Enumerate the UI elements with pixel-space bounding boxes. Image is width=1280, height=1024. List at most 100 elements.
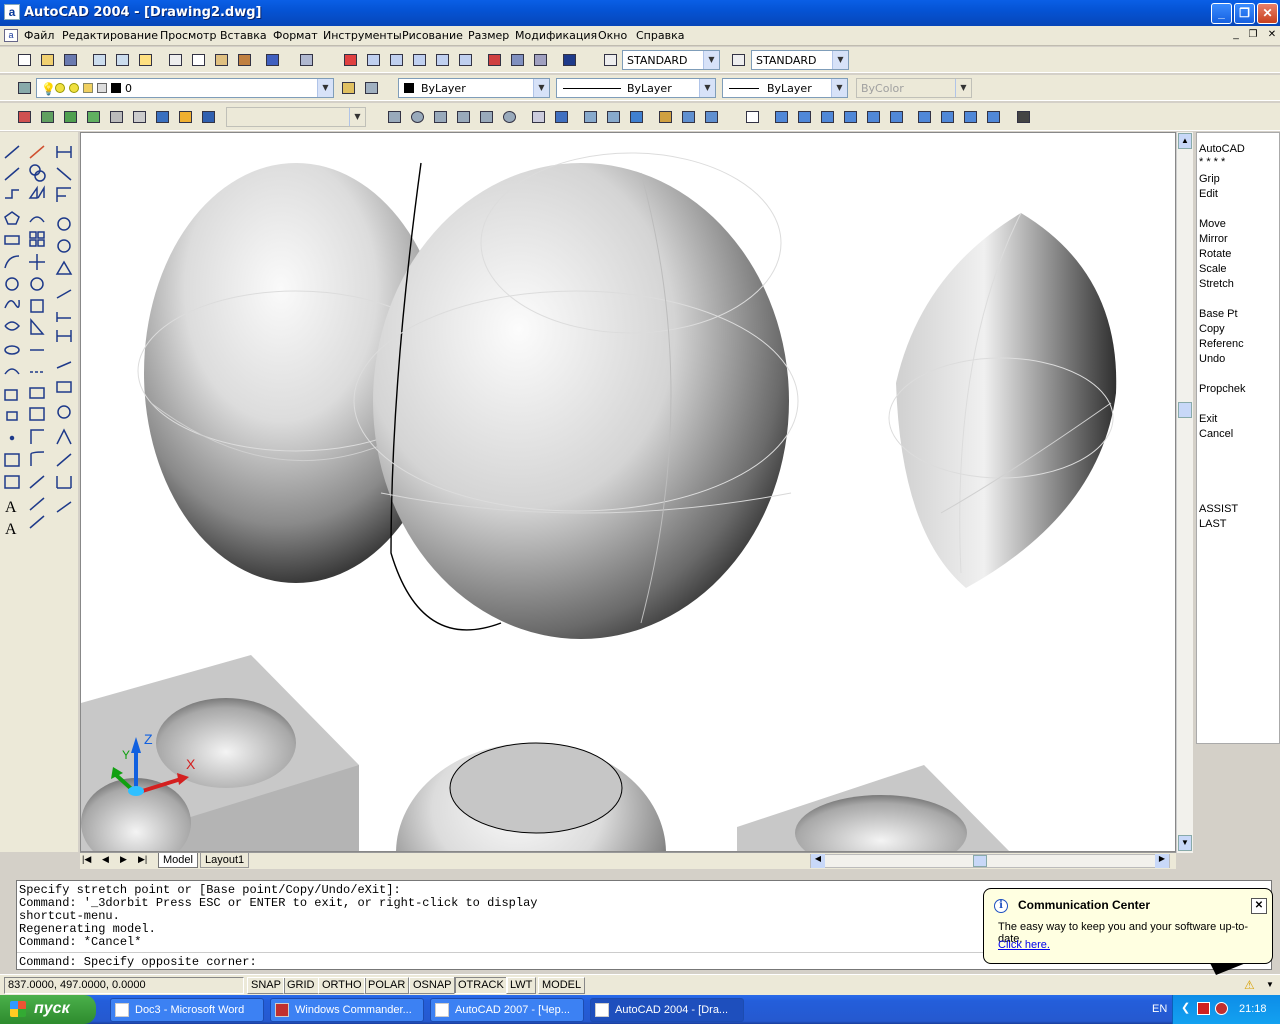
scroll-thumb[interactable] (1178, 402, 1192, 418)
right-view-icon[interactable] (840, 107, 860, 127)
bottom-view-icon[interactable] (794, 107, 814, 127)
back-view-icon[interactable] (886, 107, 906, 127)
layer-manager-icon[interactable] (14, 78, 34, 98)
next-tab-icon[interactable]: ▶ (120, 854, 127, 865)
ucs-3point-icon[interactable] (198, 107, 218, 127)
screen-menu-item[interactable]: Grip (1199, 173, 1220, 185)
screen-menu-item[interactable]: ASSIST (1199, 503, 1238, 515)
sphere-icon[interactable] (407, 107, 427, 127)
lwt-toggle[interactable]: LWT (506, 977, 537, 994)
make-object-layer-current-icon[interactable] (338, 78, 358, 98)
screen-menu-item[interactable]: Base Pt (1199, 308, 1238, 320)
menu-help[interactable]: Справка (636, 29, 684, 42)
screen-menu-item[interactable]: Exit (1199, 413, 1217, 425)
screen-menu-item[interactable]: Copy (1199, 323, 1225, 335)
scroll-up-arrow-icon[interactable]: ▲ (1178, 133, 1192, 149)
screen-menu-item[interactable]: Edit (1199, 188, 1218, 200)
vertical-scrollbar[interactable]: ▲ ▼ (1176, 132, 1193, 853)
paste-icon[interactable] (211, 50, 231, 70)
first-tab-icon[interactable]: |◀ (82, 854, 91, 865)
osnap-toggle[interactable]: OSNAP (409, 977, 456, 994)
autocad-app-icon[interactable]: a (4, 4, 20, 20)
dimension-style-icon[interactable] (728, 50, 748, 70)
text-style-icon[interactable] (600, 50, 620, 70)
screen-menu-item[interactable]: AutoCAD (1199, 143, 1245, 155)
ucs-face-icon[interactable] (83, 107, 103, 127)
scroll-left-arrow-icon[interactable]: ◀ (811, 854, 825, 868)
balloon-close-button[interactable]: ✕ (1251, 898, 1267, 914)
plot-preview-icon[interactable] (112, 50, 132, 70)
text-style-select[interactable]: STANDARD ▼ (622, 50, 720, 70)
zoom-out-icon[interactable] (432, 50, 452, 70)
menu-format[interactable]: Формат (273, 29, 318, 42)
grid-toggle[interactable]: GRID (283, 977, 319, 994)
task-autocad-2007[interactable]: AutoCAD 2007 - [Чер... (430, 998, 584, 1022)
layer-select[interactable]: 💡 0 ▼ (36, 78, 334, 98)
minimize-button[interactable]: _ (1211, 3, 1232, 24)
screen-menu-item[interactable]: * * * * (1199, 156, 1225, 168)
cylinder-icon[interactable] (430, 107, 450, 127)
open-icon[interactable] (37, 50, 57, 70)
otrack-toggle[interactable]: OTRACK (454, 977, 508, 994)
menu-edit[interactable]: Редактирование (62, 29, 158, 42)
screen-menu-item[interactable]: Stretch (1199, 278, 1234, 290)
front-view-icon[interactable] (863, 107, 883, 127)
menu-insert[interactable]: Вставка (220, 29, 267, 42)
help-icon[interactable] (559, 50, 579, 70)
setup-view-icon[interactable] (678, 107, 698, 127)
warning-icon[interactable]: ⚠ (1244, 978, 1258, 992)
mdi-restore-button[interactable]: ❐ (1245, 28, 1261, 42)
design-center-icon[interactable] (507, 50, 527, 70)
zoom-previous-icon[interactable] (455, 50, 475, 70)
balloon-link[interactable]: Click here. (998, 939, 1050, 951)
camera-icon[interactable] (1013, 107, 1033, 127)
sw-iso-icon[interactable] (914, 107, 934, 127)
section-icon[interactable] (603, 107, 623, 127)
lineweight-select[interactable]: ByLayer ▼ (722, 78, 848, 98)
status-menu-arrow-icon[interactable]: ▼ (1266, 980, 1274, 989)
tray-arrow-icon[interactable]: ❮ (1181, 1001, 1190, 1014)
menu-dimension[interactable]: Размер (468, 29, 509, 42)
undo-icon[interactable] (262, 50, 282, 70)
match-properties-icon[interactable] (234, 50, 254, 70)
layer-previous-icon[interactable] (361, 78, 381, 98)
copy-icon[interactable] (188, 50, 208, 70)
plot-icon[interactable] (89, 50, 109, 70)
polar-toggle[interactable]: POLAR (364, 977, 410, 994)
cone-icon[interactable] (453, 107, 473, 127)
torus-icon[interactable] (499, 107, 519, 127)
linetype-select[interactable]: ByLayer ▼ (556, 78, 716, 98)
zoom-realtime-icon[interactable] (363, 50, 383, 70)
zoom-window-icon[interactable] (386, 50, 406, 70)
wedge-icon[interactable] (476, 107, 496, 127)
screen-menu-item[interactable]: Rotate (1199, 248, 1231, 260)
ucs-origin-icon[interactable] (152, 107, 172, 127)
close-button[interactable]: ✕ (1257, 3, 1278, 24)
named-views-icon[interactable] (742, 107, 762, 127)
tab-layout1[interactable]: Layout1 (200, 853, 250, 868)
drawing-canvas[interactable]: Z Y X (80, 132, 1176, 852)
task-windows-commander[interactable]: Windows Commander... (270, 998, 424, 1022)
last-tab-icon[interactable]: ▶| (138, 854, 147, 865)
scroll-right-arrow-icon[interactable]: ▶ (1155, 854, 1169, 868)
document-icon[interactable]: a (4, 29, 18, 42)
restore-button[interactable]: ❐ (1234, 3, 1255, 24)
cut-icon[interactable] (165, 50, 185, 70)
mdi-close-button[interactable]: ✕ (1264, 28, 1280, 42)
language-indicator[interactable]: EN (1152, 1003, 1167, 1015)
ne-iso-icon[interactable] (960, 107, 980, 127)
start-button[interactable]: пуск (0, 995, 96, 1024)
left-view-icon[interactable] (817, 107, 837, 127)
screen-menu-item[interactable]: Propchek (1199, 383, 1245, 395)
screen-menu-item[interactable]: Move (1199, 218, 1226, 230)
hscroll-thumb[interactable] (973, 855, 987, 867)
interfere-icon[interactable] (626, 107, 646, 127)
menu-modify[interactable]: Модификация (515, 29, 597, 42)
task-word[interactable]: Doc3 - Microsoft Word (110, 998, 264, 1022)
box-icon[interactable] (384, 107, 404, 127)
ortho-toggle[interactable]: ORTHO (318, 977, 366, 994)
menu-view[interactable]: Просмотр (160, 29, 216, 42)
publish-icon[interactable] (135, 50, 155, 70)
screen-menu-item[interactable]: Mirror (1199, 233, 1228, 245)
redo-icon[interactable] (296, 50, 316, 70)
